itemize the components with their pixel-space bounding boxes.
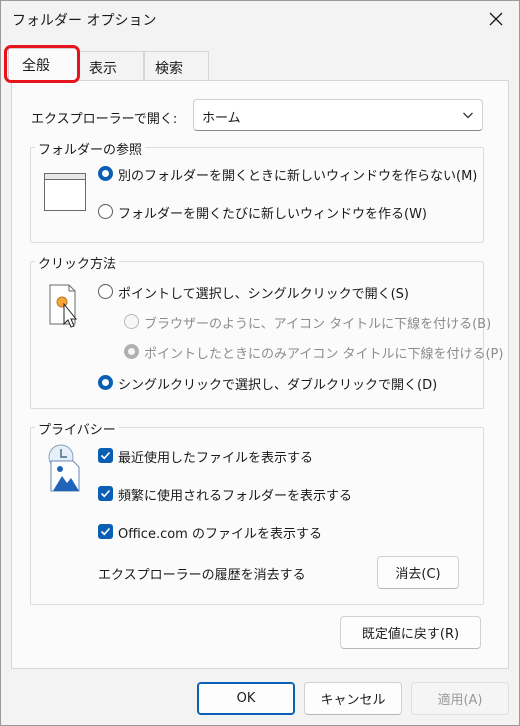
tab-general[interactable]: 全般 bbox=[8, 48, 78, 81]
click-method-title: クリック方法 bbox=[35, 253, 120, 272]
close-button[interactable] bbox=[473, 1, 519, 37]
window-icon bbox=[44, 173, 86, 211]
underline-browser-label: ブラウザーのように、アイコン タイトルに下線を付ける(B) bbox=[144, 317, 492, 332]
tab-search-label: 検索 bbox=[155, 61, 183, 77]
privacy-icon bbox=[48, 444, 80, 492]
double-click-open-radio[interactable] bbox=[98, 375, 113, 390]
title-bar: フォルダー オプション bbox=[1, 1, 519, 39]
frequent-folders-checkbox[interactable] bbox=[98, 486, 113, 501]
restore-defaults-label: 既定値に戻す(R) bbox=[361, 627, 460, 642]
clear-history-label: エクスプローラーの履歴を消去する bbox=[98, 568, 306, 583]
browse-folders-title: フォルダーの参照 bbox=[35, 139, 146, 158]
ok-button-label: OK bbox=[236, 691, 256, 706]
recent-files-checkbox[interactable] bbox=[98, 448, 113, 463]
single-click-open-label: ポイントして選択し、シングルクリックで開く(S) bbox=[118, 287, 410, 302]
tab-view[interactable]: 表示 bbox=[78, 51, 144, 81]
recent-files-label: 最近使用したファイルを表示する bbox=[118, 451, 314, 466]
explorer-open-value: ホーム bbox=[202, 111, 241, 126]
checkmark-icon bbox=[100, 489, 111, 498]
folder-options-window: フォルダー オプション 全般 表示 検索 エクスプローラーで開く: ホーム フォ… bbox=[0, 0, 520, 726]
window-title: フォルダー オプション bbox=[12, 13, 157, 29]
underline-point-label: ポイントしたときにのみアイコン タイトルに下線を付ける(P) bbox=[144, 347, 504, 362]
close-icon bbox=[489, 12, 503, 26]
underline-point-radio[interactable] bbox=[124, 344, 139, 359]
browse-same-window-radio[interactable] bbox=[98, 166, 113, 181]
office-files-checkbox[interactable] bbox=[98, 524, 113, 539]
restore-defaults-button[interactable]: 既定値に戻す(R) bbox=[340, 616, 481, 649]
browse-folders-group bbox=[30, 147, 484, 243]
cancel-button-label: キャンセル bbox=[320, 693, 386, 708]
checkmark-icon bbox=[100, 451, 111, 460]
explorer-open-dropdown[interactable]: ホーム bbox=[193, 99, 483, 131]
frequent-folders-label: 頻繁に使用されるフォルダーを表示する bbox=[118, 489, 353, 504]
tab-search[interactable]: 検索 bbox=[144, 51, 209, 81]
browse-new-window-radio[interactable] bbox=[98, 204, 113, 219]
tab-general-label: 全般 bbox=[22, 58, 50, 74]
clear-history-button[interactable]: 消去(C) bbox=[377, 556, 459, 589]
tab-view-label: 表示 bbox=[89, 61, 117, 77]
ok-button[interactable]: OK bbox=[197, 682, 295, 715]
cancel-button[interactable]: キャンセル bbox=[304, 682, 402, 715]
apply-button-label: 適用(A) bbox=[437, 693, 483, 708]
underline-browser-radio[interactable] bbox=[124, 314, 139, 329]
explorer-open-label: エクスプローラーで開く: bbox=[31, 112, 178, 127]
browse-new-window-label: フォルダーを開くたびに新しいウィンドウを作る(W) bbox=[118, 207, 427, 222]
apply-button[interactable]: 適用(A) bbox=[411, 682, 509, 715]
chevron-down-icon bbox=[463, 112, 473, 119]
clear-history-button-label: 消去(C) bbox=[395, 567, 441, 582]
browse-same-window-label: 別のフォルダーを開くときに新しいウィンドウを作らない(M) bbox=[118, 169, 478, 184]
single-click-open-radio[interactable] bbox=[98, 284, 113, 299]
privacy-title: プライバシー bbox=[35, 419, 119, 438]
pointer-click-icon bbox=[49, 284, 78, 328]
office-files-label: Office.com のファイルを表示する bbox=[118, 527, 322, 542]
double-click-open-label: シングルクリックで選択し、ダブルクリックで開く(D) bbox=[118, 378, 438, 393]
checkmark-icon bbox=[100, 527, 111, 536]
